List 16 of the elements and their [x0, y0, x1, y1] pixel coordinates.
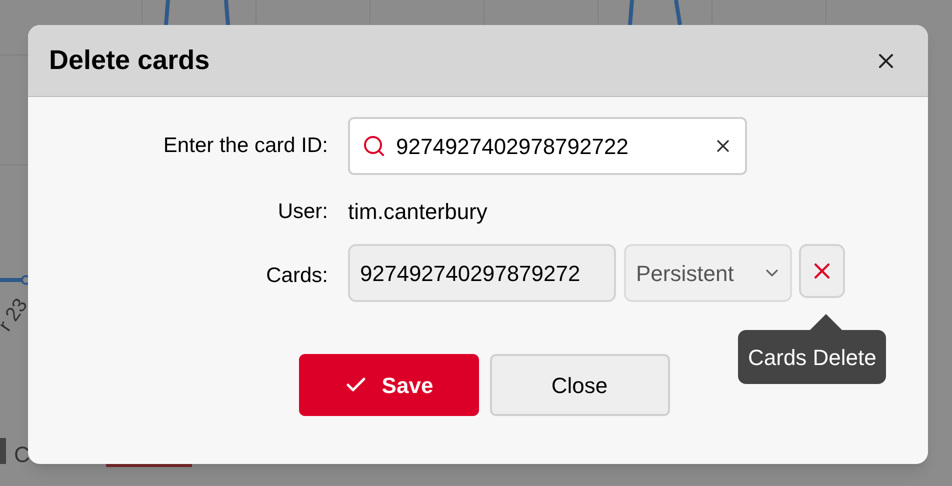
field-label: User: [276, 198, 328, 225]
search-icon [362, 134, 386, 158]
field-label: Enter the card ID: [162, 133, 328, 160]
user-name: tim.canterbury [348, 198, 488, 226]
close-button[interactable]: Close [490, 354, 670, 416]
axis-label: r 23 [0, 294, 34, 338]
search-input[interactable]: 9274927402978792722 [396, 130, 703, 162]
search-box[interactable]: 9274927402978792722 [348, 117, 747, 175]
card-id-field[interactable]: 927492740297879272 [348, 244, 616, 302]
tooltip: Cards Delete [738, 314, 886, 384]
field-label: Cards: [265, 263, 328, 289]
delete-card-button[interactable] [799, 244, 845, 298]
type-dropdown[interactable]: Persistent [624, 244, 792, 302]
dialog-title: Delete cards [49, 44, 210, 78]
save-button[interactable]: Save [298, 354, 478, 416]
legend-label: C [14, 441, 30, 469]
